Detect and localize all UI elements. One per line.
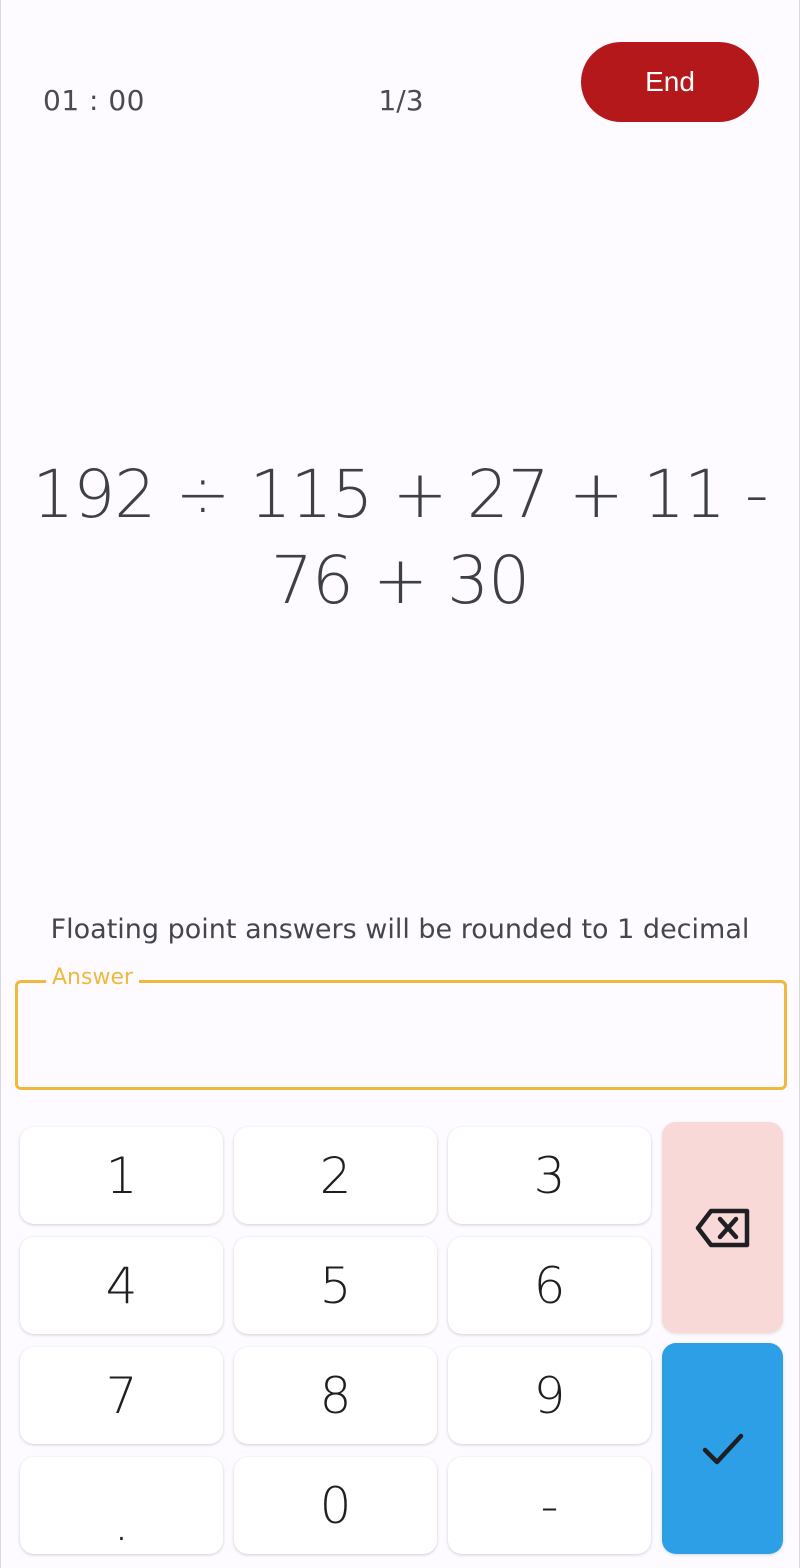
backspace-icon [695, 1208, 749, 1247]
question-progress: 1/3 [378, 84, 424, 117]
key-0[interactable]: 0 [234, 1457, 437, 1554]
key-decimal-point[interactable]: . [20, 1457, 223, 1554]
rounding-hint: Floating point answers will be rounded t… [50, 914, 750, 945]
answer-label: Answer [46, 965, 140, 990]
timer: 01 : 00 [43, 84, 145, 117]
answer-input[interactable] [38, 1003, 764, 1069]
key-8[interactable]: 8 [234, 1347, 437, 1444]
key-2[interactable]: 2 [234, 1127, 437, 1224]
key-1[interactable]: 1 [20, 1127, 223, 1224]
end-button[interactable]: End [581, 42, 759, 122]
backspace-button[interactable] [662, 1122, 783, 1333]
question-expression: 192 ÷ 115 + 27 + 11 - 76 + 30 [32, 456, 769, 619]
answer-field[interactable]: Answer [15, 965, 787, 1090]
key-minus[interactable]: - [448, 1457, 651, 1554]
key-5[interactable]: 5 [234, 1237, 437, 1334]
check-icon [702, 1433, 743, 1464]
key-7[interactable]: 7 [20, 1347, 223, 1444]
key-3[interactable]: 3 [448, 1127, 651, 1224]
key-6[interactable]: 6 [448, 1237, 651, 1334]
quiz-screen: 01 : 00 1/3 End 192 ÷ 115 + 27 + 11 - 76… [0, 0, 800, 1568]
submit-button[interactable] [662, 1343, 783, 1554]
key-4[interactable]: 4 [20, 1237, 223, 1334]
key-9[interactable]: 9 [448, 1347, 651, 1444]
